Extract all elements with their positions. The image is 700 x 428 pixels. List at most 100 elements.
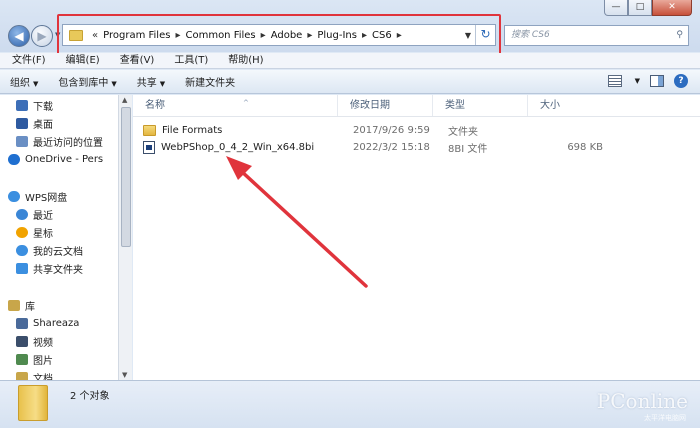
folder-icon (18, 385, 48, 421)
file-row[interactable]: WebPShop_0_4_2_Win_x64.8bi 2022/3/2 15:1… (143, 139, 693, 156)
sidebar-item-label: 我的云文档 (33, 246, 83, 258)
sidebar-item-videos[interactable]: 视频 (16, 333, 53, 349)
view-controls: ▼ ? (607, 74, 688, 88)
sidebar-item-starred[interactable]: 星标 (16, 224, 53, 240)
organize-label: 组织 (10, 78, 30, 89)
file-row[interactable]: File Formats 2017/9/26 9:59 文件夹 (143, 122, 693, 139)
sort-ascending-icon: ^ (243, 99, 249, 107)
file-name: WebPShop_0_4_2_Win_x64.8bi (161, 142, 315, 153)
star-icon (16, 226, 28, 238)
sidebar-item-label: 视频 (33, 337, 53, 349)
command-bar: 组织 ▼ 包含到库中 ▼ 共享 ▼ 新建文件夹 ▼ ? (0, 70, 700, 94)
sidebar-item-shared-folders[interactable]: 共享文件夹 (16, 260, 83, 276)
menu-view[interactable]: 查看(V) (108, 53, 163, 68)
menu-help[interactable]: 帮助(H) (216, 53, 271, 68)
file-modified: 2022/3/2 15:18 (353, 142, 430, 153)
column-type[interactable]: 类型 (433, 95, 528, 116)
menu-file[interactable]: 文件(F) (0, 53, 54, 68)
column-name[interactable]: 名称 ^ (133, 95, 338, 116)
file-modified: 2017/9/26 9:59 (353, 125, 430, 136)
watermark-subtext: 太平洋电脑网 (644, 414, 686, 422)
sidebar-item-label: WPS网盘 (25, 192, 68, 204)
documents-icon (16, 371, 28, 380)
title-address-bar: — □ ✕ ◀ ▶ ▼ « Program Files ▸ Common Fil… (0, 0, 700, 58)
sidebar-item-documents[interactable]: 文档 (16, 369, 53, 380)
forward-button[interactable]: ▶ (31, 25, 53, 47)
maximize-button[interactable]: □ (628, 0, 652, 16)
minimize-button[interactable]: — (604, 0, 628, 16)
new-folder-button[interactable]: 新建文件夹 (175, 74, 245, 89)
plugin-file-icon (143, 141, 155, 154)
navigation-pane: 下载 桌面 最近访问的位置 OneDrive - Pers WPS网盘 最近 星… (0, 95, 118, 380)
scrollbar-thumb[interactable] (121, 107, 131, 247)
sidebar-item-shareaza[interactable]: Shareaza (16, 315, 79, 331)
shared-folder-icon (16, 262, 28, 274)
sidebar-item-label: OneDrive - Pers (25, 153, 104, 165)
downloads-icon (16, 99, 28, 111)
videos-icon (16, 335, 28, 347)
sidebar-item-label: 桌面 (33, 119, 53, 131)
sidebar-item-onedrive[interactable]: OneDrive - Pers (8, 151, 103, 167)
chevron-down-icon: ▼ (33, 80, 39, 88)
search-icon[interactable]: ⚲ (676, 26, 683, 45)
sidebar-item-label: 图片 (33, 355, 53, 367)
library-icon (8, 299, 20, 311)
file-type: 8BI 文件 (448, 144, 488, 155)
column-name-label: 名称 (145, 100, 165, 111)
file-size: 698 KB (567, 142, 603, 153)
clock-icon (16, 208, 28, 220)
share-button[interactable]: 共享 ▼ (127, 74, 175, 89)
sidebar-item-label: 库 (25, 301, 35, 313)
help-icon[interactable]: ? (674, 74, 688, 88)
preview-pane-icon[interactable] (650, 75, 664, 87)
chevron-down-icon: ▼ (111, 80, 117, 88)
cloud-doc-icon (16, 244, 28, 256)
sidebar-item-desktop[interactable]: 桌面 (16, 115, 53, 131)
annotation-highlight-box (57, 14, 501, 58)
scroll-down-icon[interactable]: ▼ (122, 371, 127, 379)
file-list: 名称 ^ 修改日期 类型 大小 File Formats 2017/9/26 9… (133, 95, 700, 380)
include-library-label: 包含到库中 (58, 78, 109, 89)
window-controls: — □ ✕ (604, 0, 692, 16)
back-button[interactable]: ◀ (8, 25, 30, 47)
sidebar-item-label: Shareaza (33, 317, 80, 329)
sidebar-item-recent-places[interactable]: 最近访问的位置 (16, 133, 103, 149)
folder-icon (143, 125, 156, 136)
sidebar-item-label: 文档 (33, 373, 53, 381)
chevron-down-icon: ▼ (159, 80, 166, 88)
sidebar-item-downloads[interactable]: 下载 (16, 97, 53, 113)
sidebar-item-libraries[interactable]: 库 (8, 297, 35, 313)
watermark-logo: PConline (596, 389, 688, 413)
status-bar: 2 个对象 PConline 太平洋电脑网 (0, 380, 700, 428)
recent-places-icon (16, 135, 28, 147)
sidebar-item-pictures[interactable]: 图片 (16, 351, 53, 367)
menu-tools[interactable]: 工具(T) (162, 53, 216, 68)
sidebar-item-recent[interactable]: 最近 (16, 206, 53, 222)
shareaza-icon (16, 317, 28, 329)
close-button[interactable]: ✕ (652, 0, 692, 16)
sidebar-item-wps-cloud[interactable]: WPS网盘 (8, 188, 67, 204)
search-input[interactable]: 搜索 CS6 ⚲ (504, 25, 689, 46)
navigation-scrollbar[interactable]: ▲ ▼ (118, 95, 132, 380)
menu-bar: 文件(F) 编辑(E) 查看(V) 工具(T) 帮助(H) (0, 53, 700, 69)
column-size[interactable]: 大小 (528, 95, 700, 116)
sidebar-item-my-cloud-docs[interactable]: 我的云文档 (16, 242, 83, 258)
onedrive-icon (8, 153, 20, 165)
scroll-up-icon[interactable]: ▲ (122, 96, 127, 104)
desktop-icon (16, 117, 28, 129)
change-view-icon[interactable] (607, 75, 622, 87)
organize-button[interactable]: 组织 ▼ (0, 74, 48, 89)
chevron-down-icon[interactable]: ▼ (635, 77, 640, 85)
menu-edit[interactable]: 编辑(E) (54, 53, 108, 68)
sidebar-item-label: 最近访问的位置 (33, 137, 103, 149)
pictures-icon (16, 353, 28, 365)
item-count: 2 个对象 (70, 391, 110, 402)
sidebar-item-label: 共享文件夹 (33, 264, 83, 276)
wps-cloud-icon (8, 190, 20, 202)
column-modified[interactable]: 修改日期 (338, 95, 433, 116)
include-in-library-button[interactable]: 包含到库中 ▼ (48, 74, 126, 89)
sidebar-item-label: 最近 (33, 210, 53, 222)
share-label: 共享 (136, 78, 157, 89)
file-name: File Formats (162, 125, 223, 136)
sidebar-item-label: 星标 (33, 228, 53, 240)
